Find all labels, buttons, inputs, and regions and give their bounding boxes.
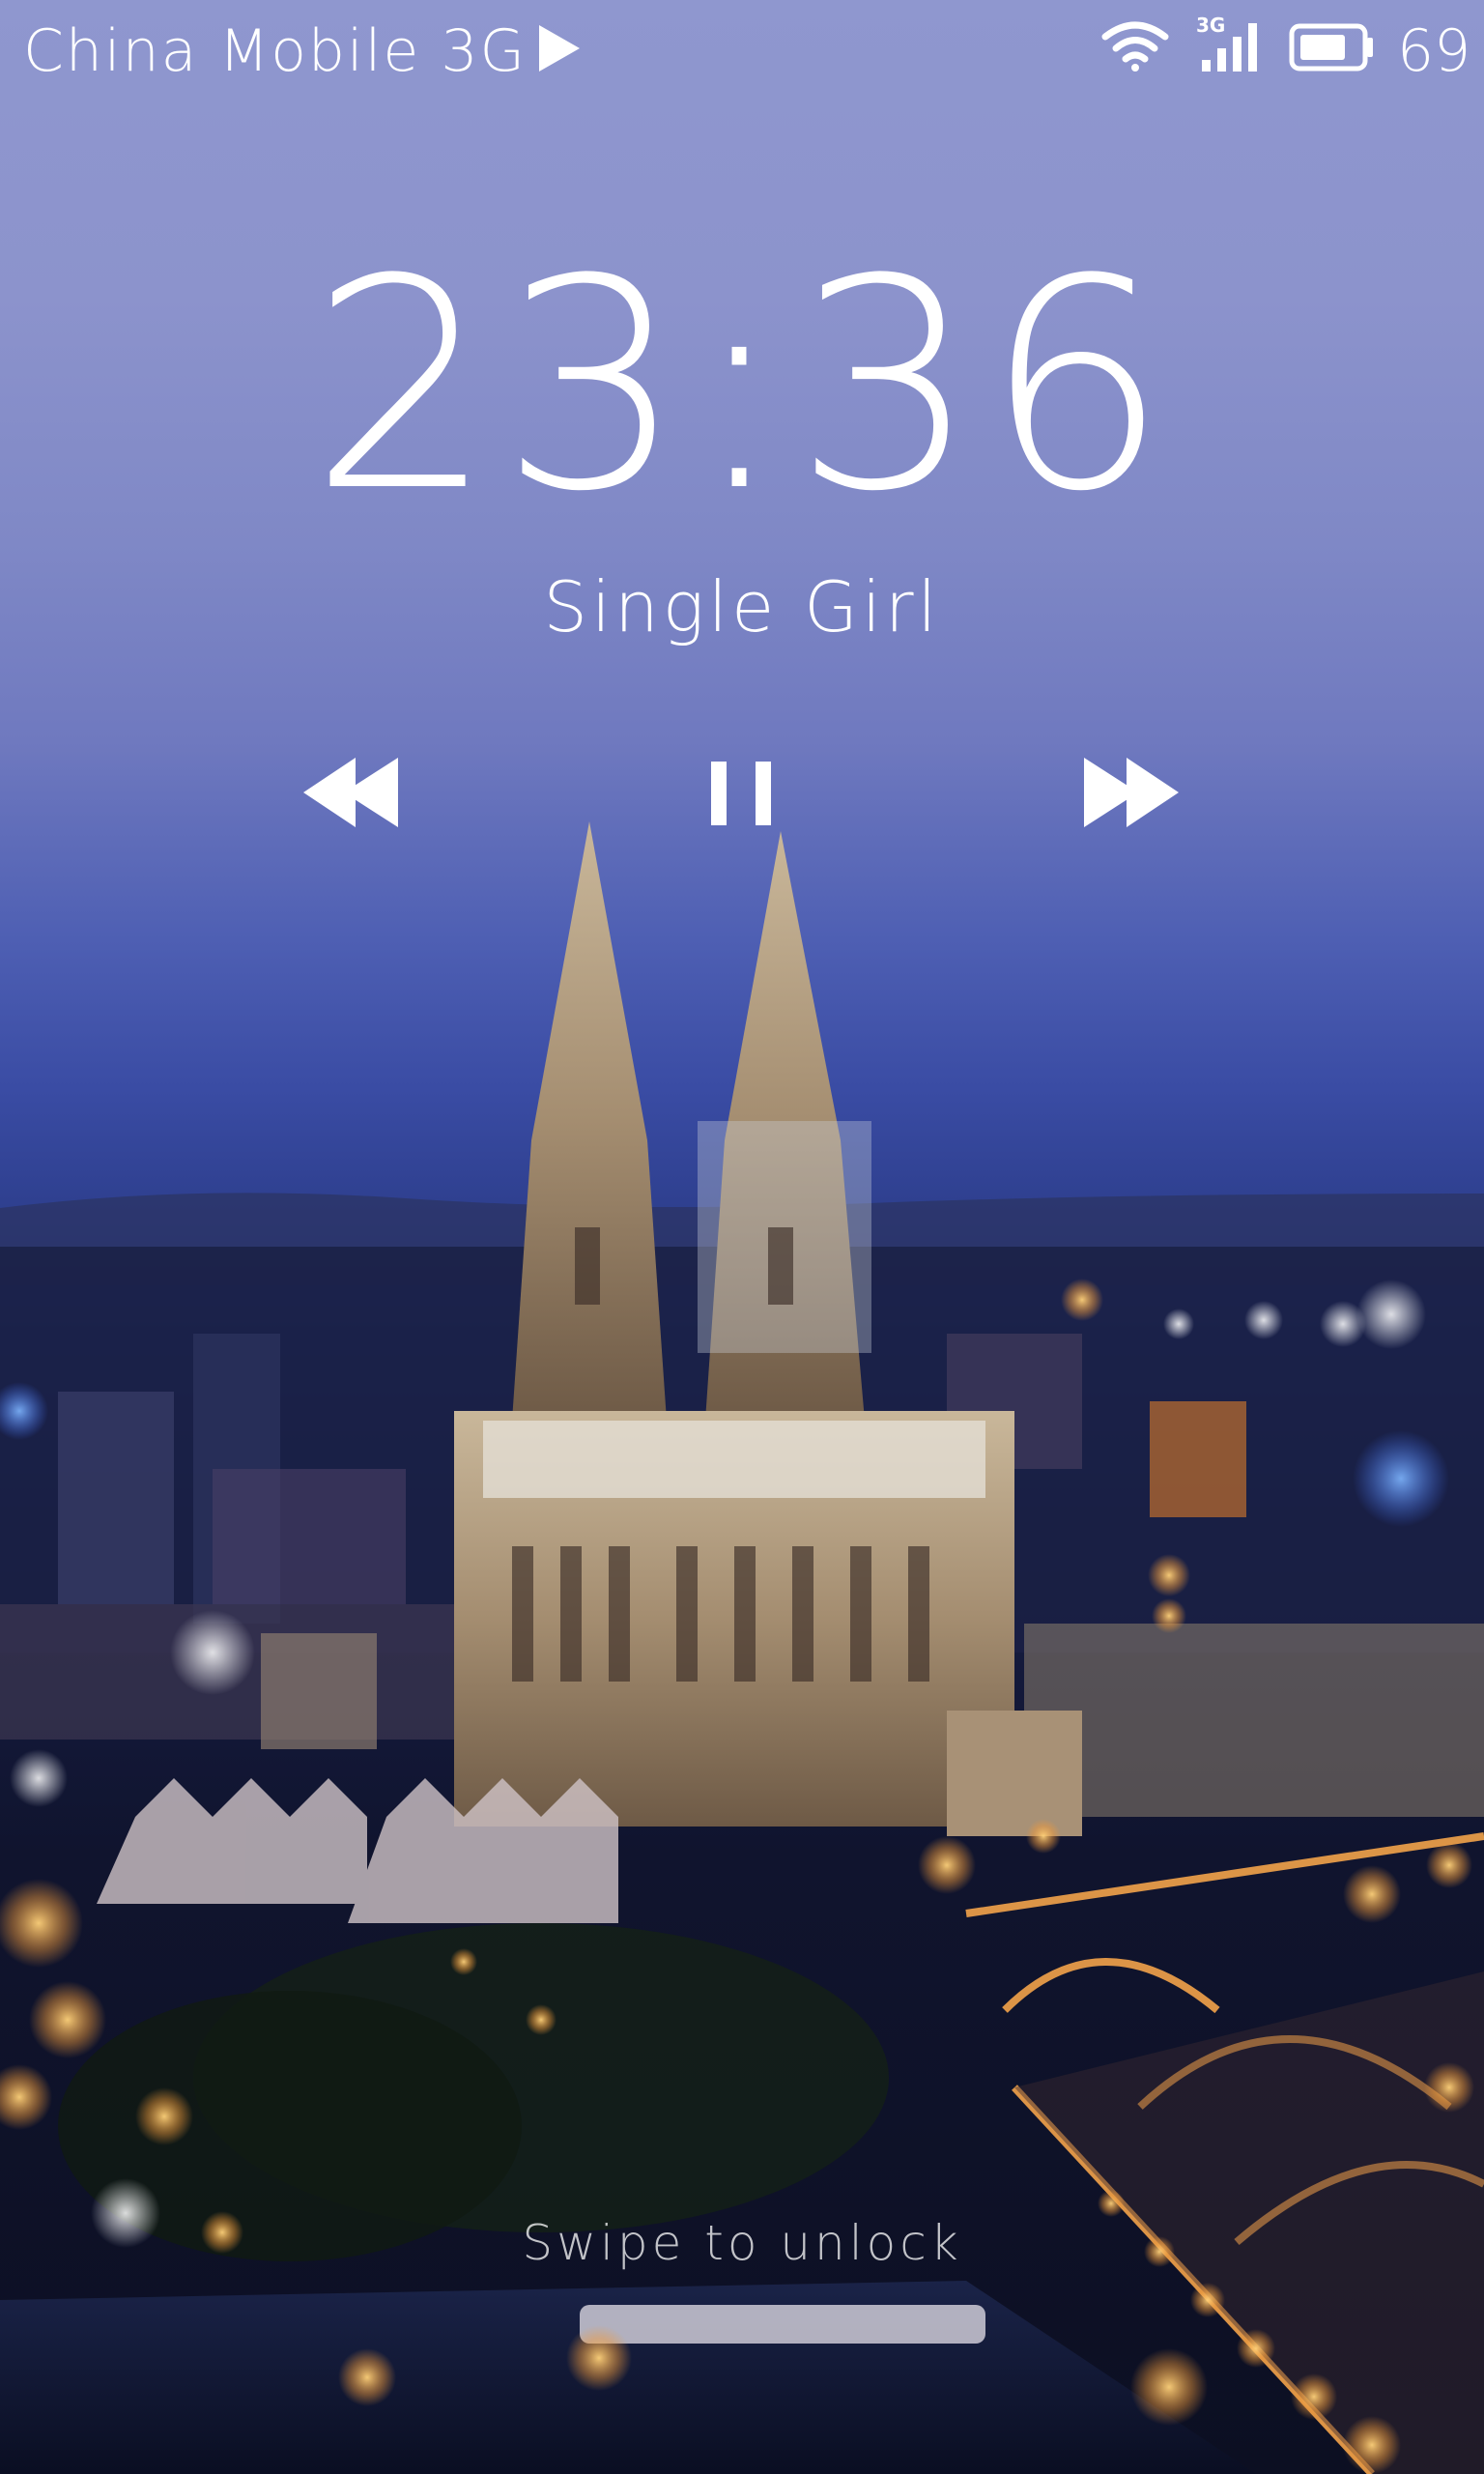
rewind-icon [303, 758, 398, 827]
signal-icon [1202, 23, 1257, 72]
fast-forward-button[interactable] [1074, 744, 1181, 841]
status-bar: China Mobile 3G 3G 69 [0, 0, 1484, 106]
lock-screen[interactable]: China Mobile 3G 3G 69 23:36 Single Girl [0, 0, 1484, 2474]
battery-percentage: 69 [1397, 17, 1471, 85]
media-controls [0, 744, 1484, 841]
play-indicator-icon [539, 25, 580, 72]
clock-minutes: 36 [793, 217, 1175, 555]
clock-separator: : [690, 217, 794, 555]
now-playing-title: Single Girl [543, 566, 941, 647]
wifi-icon [1101, 21, 1169, 72]
rewind-button[interactable] [301, 744, 408, 841]
pause-icon [711, 762, 771, 825]
clock-hours: 23 [309, 217, 691, 555]
carrier-label: China Mobile 3G [23, 17, 528, 85]
lock-clock: 23:36 [0, 242, 1484, 532]
fast-forward-icon [1084, 758, 1179, 827]
pause-button[interactable] [701, 744, 783, 841]
battery-icon [1289, 23, 1373, 72]
swipe-to-unlock-hint[interactable]: Swipe to unlock [0, 2215, 1484, 2271]
